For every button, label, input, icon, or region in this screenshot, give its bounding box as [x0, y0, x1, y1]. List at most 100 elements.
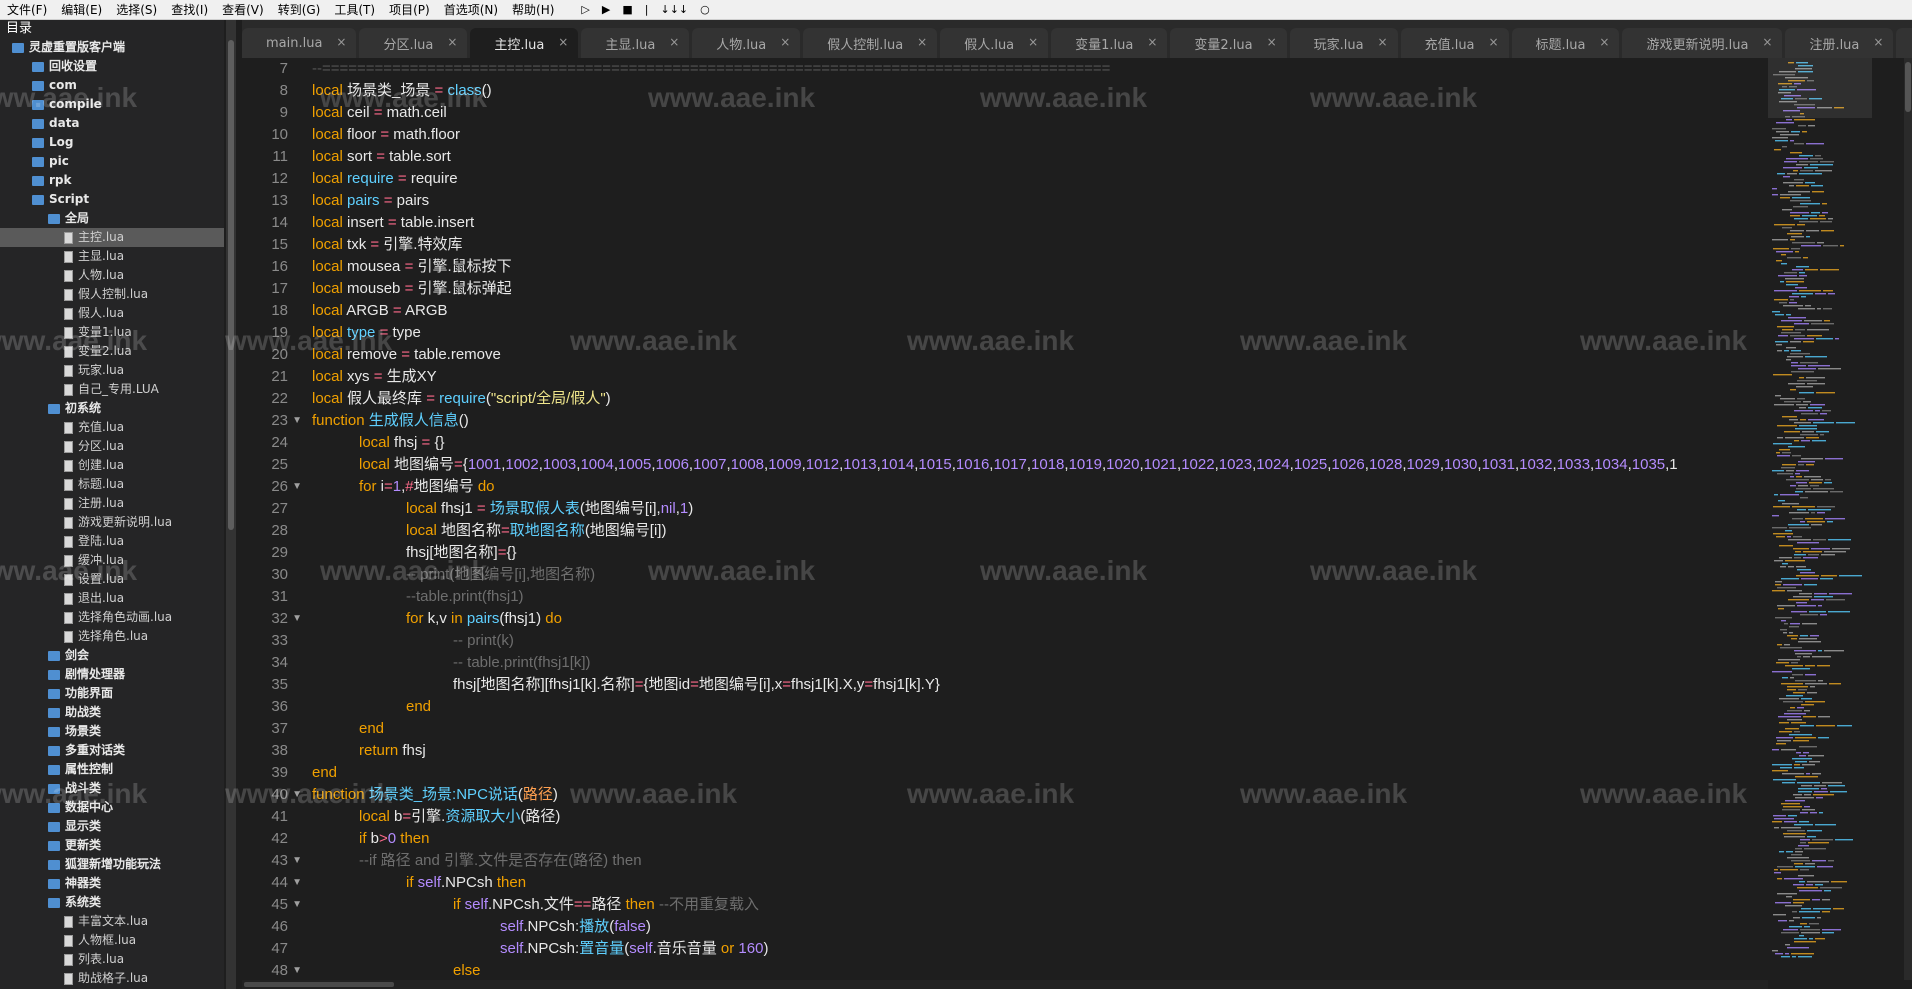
code-line[interactable]: --if 路径 and 引擎.文件是否存在(路径) then [312, 850, 1768, 872]
code-line[interactable]: end [312, 696, 1768, 718]
menu-item[interactable]: 查看(V) [215, 0, 271, 20]
code-line[interactable]: local pairs = pairs [312, 190, 1768, 212]
run-icon[interactable]: ▷ [575, 0, 595, 20]
editor-tab[interactable]: 假人.lua × [940, 28, 1049, 58]
tree-folder[interactable]: 显示类 [0, 817, 224, 836]
code-line[interactable]: local txk = 引擎.特效库 [312, 234, 1768, 256]
tree-file[interactable]: 主显.lua [0, 247, 224, 266]
editor-tab[interactable]: 游戏更新说明.lua × [1622, 28, 1783, 58]
close-icon[interactable]: × [1028, 35, 1038, 49]
tree-folder[interactable]: 剑会 [0, 646, 224, 665]
tree-file[interactable]: 变量2.lua [0, 342, 224, 361]
code-line[interactable]: local xys = 生成XY [312, 366, 1768, 388]
code-line[interactable]: --======================================… [312, 58, 1768, 80]
tree-folder[interactable]: 剧情处理器 [0, 665, 224, 684]
code-line[interactable]: local 地图名称=取地图名称(地图编号[i]) [312, 520, 1768, 542]
tree-file[interactable]: 登陆.lua [0, 532, 224, 551]
code-line[interactable]: local ARGB = ARGB [312, 300, 1768, 322]
tree-folder[interactable]: 属性控制 [0, 760, 224, 779]
tree-file[interactable]: 助战格子.lua [0, 969, 224, 988]
close-icon[interactable]: × [1488, 35, 1498, 49]
close-icon[interactable]: × [1762, 35, 1772, 49]
tree-file[interactable]: 设置.lua [0, 570, 224, 589]
tree-file[interactable]: 假人控制.lua [0, 285, 224, 304]
editor-tab[interactable]: 变量1.lua × [1051, 28, 1168, 58]
code-line[interactable]: self.NPCsh:置音量(self.音乐音量 or 160) [312, 938, 1768, 960]
close-icon[interactable]: × [1147, 35, 1157, 49]
editor-tab[interactable]: 主显.lua × [581, 28, 690, 58]
code-line[interactable]: local 地图编号={1001,1002,1003,1004,1005,100… [312, 454, 1768, 476]
editor-tab[interactable]: 标题.lua × [1511, 28, 1620, 58]
menu-item[interactable]: 选择(S) [109, 0, 164, 20]
tree-file[interactable]: 玩家.lua [0, 361, 224, 380]
editor-vertical-scrollbar[interactable] [1904, 58, 1912, 980]
tree-folder[interactable]: Script [0, 190, 224, 209]
code-line[interactable]: local 场景类_场景 = class() [312, 80, 1768, 102]
editor-tab[interactable]: 分区.lua × [359, 28, 468, 58]
tree-file[interactable]: 充值.lua [0, 418, 224, 437]
menu-item[interactable]: 首选项(N) [437, 0, 505, 20]
code-area[interactable]: --======================================… [312, 58, 1768, 980]
tree-folder[interactable]: rpk [0, 171, 224, 190]
code-line[interactable]: fhsj[地图名称]={} [312, 542, 1768, 564]
tree-folder[interactable]: 功能界面 [0, 684, 224, 703]
code-line[interactable]: if self.NPCsh.文件==路径 then --不用重复载入 [312, 894, 1768, 916]
code-line[interactable]: local 假人最终库 = require("script/全局/假人") [312, 388, 1768, 410]
tree-file[interactable]: 游戏更新说明.lua [0, 513, 224, 532]
code-line[interactable]: return fhsj [312, 740, 1768, 762]
tree-folder[interactable]: com [0, 76, 224, 95]
close-icon[interactable]: × [917, 35, 927, 49]
tree-folder[interactable]: 数据中心 [0, 798, 224, 817]
editor-horizontal-scrollbar[interactable] [242, 980, 1768, 989]
fold-arrow-icon[interactable]: ▼ [292, 872, 302, 894]
code-line[interactable]: local sort = table.sort [312, 146, 1768, 168]
tree-file[interactable]: 缓冲.lua [0, 551, 224, 570]
close-icon[interactable]: × [1378, 35, 1388, 49]
fold-arrow-icon[interactable]: ▼ [292, 960, 302, 980]
tree-folder[interactable]: 更新类 [0, 836, 224, 855]
editor-scrollbar-thumb[interactable] [1905, 62, 1911, 112]
editor-tab[interactable]: main.lua × [242, 28, 357, 58]
minimap[interactable] [1768, 58, 1904, 980]
code-line[interactable]: for k,v in pairs(fhsj1) do [312, 608, 1768, 630]
tree-folder[interactable]: 场景类 [0, 722, 224, 741]
code-line[interactable]: local mouseb = 引擎.鼠标弹起 [312, 278, 1768, 300]
tree-folder[interactable]: 系统类 [0, 893, 224, 912]
tree-file[interactable]: 选择角色动画.lua [0, 608, 224, 627]
tree-folder[interactable]: 神器类 [0, 874, 224, 893]
code-line[interactable]: -- print(k) [312, 630, 1768, 652]
tree-folder[interactable]: 助战类 [0, 703, 224, 722]
code-line[interactable]: local b=引擎.资源取大小(路径) [312, 806, 1768, 828]
tree-file[interactable]: 分区.lua [0, 437, 224, 456]
close-icon[interactable]: × [1599, 35, 1609, 49]
code-line[interactable]: for i=1,#地图编号 do [312, 476, 1768, 498]
code-line[interactable]: self.NPCsh:播放(false) [312, 916, 1768, 938]
fold-arrow-icon[interactable]: ▼ [292, 410, 302, 432]
stop-icon[interactable]: ■ [616, 0, 638, 20]
code-line[interactable]: local fhsj1 = 场景取假人表(地图编号[i],nil,1) [312, 498, 1768, 520]
code-line[interactable]: end [312, 762, 1768, 784]
code-line[interactable]: local type = type [312, 322, 1768, 344]
tree-folder[interactable]: 战斗类 [0, 779, 224, 798]
horizontal-scrollbar-thumb[interactable] [244, 982, 394, 987]
tree-folder[interactable]: compile [0, 95, 224, 114]
fold-arrow-icon[interactable]: ▼ [292, 476, 302, 498]
tree-file[interactable]: 退出.lua [0, 589, 224, 608]
separator-icon[interactable]: | [639, 0, 655, 20]
tree-folder[interactable]: 初系统 [0, 399, 224, 418]
close-icon[interactable]: × [780, 35, 790, 49]
editor-tab[interactable]: 主控.lua × [470, 28, 579, 58]
editor-tab[interactable]: 注册.lua × [1785, 28, 1894, 58]
code-line[interactable]: if self.NPCsh then [312, 872, 1768, 894]
code-line[interactable]: local ceil = math.ceil [312, 102, 1768, 124]
code-editor[interactable]: 7 8 9 10 11 12 13 14 15 16 17 18 19 20 21 22 23 ▼ 24 25 26 ▼ 2… [242, 58, 1768, 980]
fold-arrow-icon[interactable]: ▼ [292, 784, 302, 806]
close-icon[interactable]: × [1267, 35, 1277, 49]
code-line[interactable]: local require = require [312, 168, 1768, 190]
minimap-viewport[interactable] [1768, 58, 1872, 118]
tree-folder[interactable]: 灵虚重置版客户端 [0, 38, 224, 57]
menu-item[interactable]: 项目(P) [382, 0, 437, 20]
editor-tab[interactable]: 充值.lua × [1400, 28, 1509, 58]
fold-arrow-icon[interactable]: ▼ [292, 894, 302, 916]
code-line[interactable]: local remove = table.remove [312, 344, 1768, 366]
